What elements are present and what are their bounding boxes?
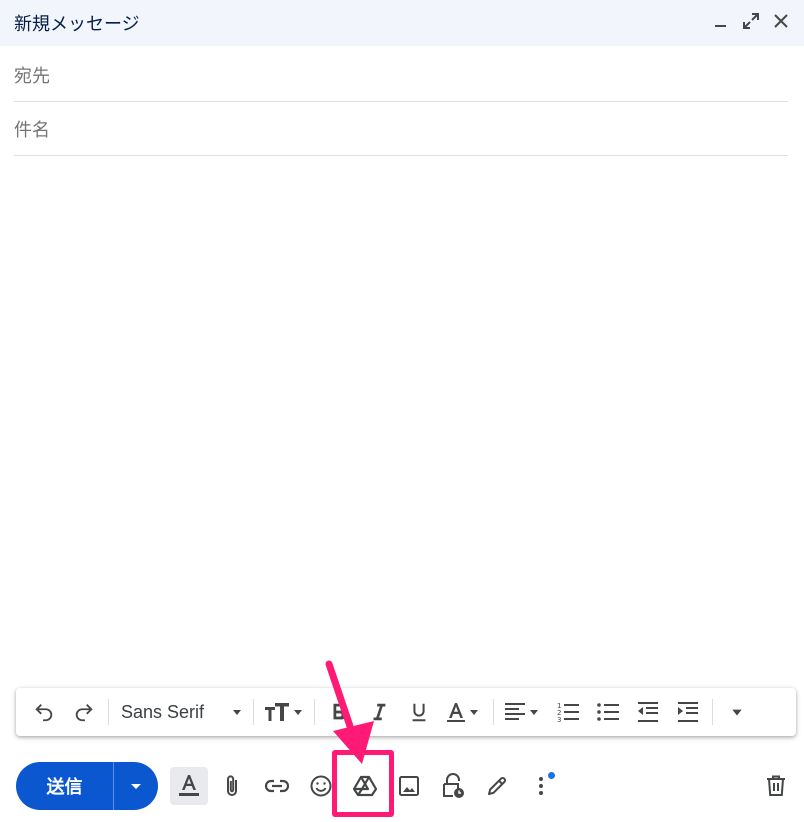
confidential-mode-button[interactable] xyxy=(433,766,473,806)
redo-button[interactable] xyxy=(64,694,104,730)
caret-down-icon xyxy=(131,784,141,789)
compose-header: 新規メッセージ xyxy=(0,0,804,46)
send-button-group: 送信 xyxy=(16,762,158,810)
schedule-send-dropdown[interactable] xyxy=(114,762,158,810)
confidential-mode-icon xyxy=(443,773,464,798)
text-size-icon xyxy=(265,703,302,721)
redo-icon xyxy=(75,704,93,722)
formatting-toolbar: Sans Serif 123 xyxy=(16,688,796,736)
bold-button[interactable] xyxy=(319,694,359,730)
toolbar-separator xyxy=(314,699,315,725)
discard-draft-button[interactable] xyxy=(756,766,796,806)
more-options-button[interactable] xyxy=(521,766,561,806)
bulleted-list-icon xyxy=(597,703,619,721)
google-drive-icon xyxy=(352,775,378,797)
insert-emoji-button[interactable] xyxy=(301,766,341,806)
italic-icon xyxy=(373,703,386,721)
close-icon xyxy=(774,14,788,28)
italic-button[interactable] xyxy=(359,694,399,730)
insert-photo-button[interactable] xyxy=(389,766,429,806)
minimize-button[interactable] xyxy=(710,10,732,32)
indent-less-icon xyxy=(638,702,658,722)
to-field[interactable]: 宛先 xyxy=(14,48,788,102)
undo-button[interactable] xyxy=(24,694,64,730)
svg-text:3: 3 xyxy=(557,716,561,723)
toolbar-separator xyxy=(712,699,713,725)
minimize-icon xyxy=(715,25,726,27)
window-controls xyxy=(710,10,792,32)
numbered-list-icon: 123 xyxy=(557,702,579,723)
toolbar-separator xyxy=(108,699,109,725)
more-options-icon xyxy=(539,777,543,795)
numbered-list-button[interactable]: 123 xyxy=(548,694,588,730)
indent-more-icon xyxy=(678,702,698,722)
subject-field[interactable]: 件名 xyxy=(14,102,788,156)
undo-icon xyxy=(35,704,53,722)
underline-button[interactable] xyxy=(399,694,439,730)
bold-icon xyxy=(333,703,346,720)
formatting-options-button[interactable] xyxy=(170,767,208,805)
subject-placeholder: 件名 xyxy=(14,119,50,141)
to-placeholder: 宛先 xyxy=(14,65,50,87)
toolbar-separator xyxy=(493,699,494,725)
insert-drive-file-button[interactable] xyxy=(345,766,385,806)
fullscreen-icon xyxy=(743,13,759,29)
attach-files-button[interactable] xyxy=(213,766,253,806)
compose-title: 新規メッセージ xyxy=(14,14,140,35)
text-color-icon xyxy=(447,703,478,722)
notification-dot xyxy=(548,772,555,779)
text-color-button[interactable] xyxy=(439,694,489,730)
align-icon xyxy=(505,703,538,720)
emoji-icon xyxy=(310,775,332,797)
compose-bottom-bar: 送信 xyxy=(16,762,796,810)
formatting-options-icon xyxy=(179,775,199,796)
underline-icon xyxy=(412,703,426,722)
more-formatting-icon xyxy=(732,709,742,716)
photo-icon xyxy=(399,776,419,796)
more-formatting-button[interactable] xyxy=(717,694,757,730)
link-icon xyxy=(264,779,290,793)
attach-icon xyxy=(227,775,237,796)
align-button[interactable] xyxy=(498,694,548,730)
insert-link-button[interactable] xyxy=(257,766,297,806)
caret-down-icon xyxy=(233,710,241,715)
fullscreen-button[interactable] xyxy=(740,10,762,32)
message-body[interactable] xyxy=(14,158,788,678)
send-button[interactable]: 送信 xyxy=(16,762,113,810)
text-size-button[interactable] xyxy=(258,694,310,730)
discard-icon xyxy=(767,775,785,796)
indent-more-button[interactable] xyxy=(668,694,708,730)
bulleted-list-button[interactable] xyxy=(588,694,628,730)
toolbar-separator xyxy=(253,699,254,725)
font-select-label: Sans Serif xyxy=(121,701,205,722)
signature-icon xyxy=(488,777,506,795)
indent-less-button[interactable] xyxy=(628,694,668,730)
font-select[interactable]: Sans Serif xyxy=(113,694,249,730)
insert-signature-button[interactable] xyxy=(477,766,517,806)
close-button[interactable] xyxy=(770,10,792,32)
